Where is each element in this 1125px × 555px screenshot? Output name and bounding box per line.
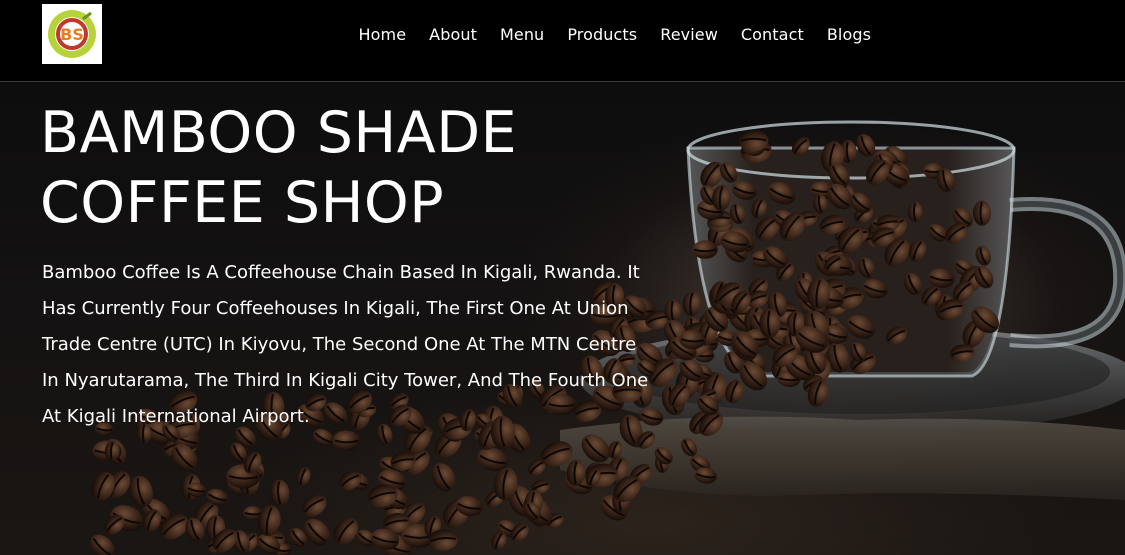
coffee-bean [431,462,456,492]
hero-title: BAMBOO SHADE COFFEE SHOP [40,100,518,236]
nav-products-link[interactable]: Products [556,22,649,48]
nav-home-link[interactable]: Home [347,22,418,48]
page: BS Home About Menu Products Review Conta… [0,0,1125,555]
coffee-bean [682,290,701,317]
coffee-bean [296,467,311,486]
site-header: BS Home About Menu Products Review Conta… [0,0,1125,82]
nav-about-link[interactable]: About [418,22,489,48]
coffee-bean [270,479,290,507]
nav-blogs-link[interactable]: Blogs [815,22,882,48]
coffee-bean [333,517,359,545]
coffee-bean [692,240,718,259]
main-navigation: Home About Menu Products Review Contact … [347,22,883,48]
hero-description: Bamboo Coffee Is A Coffeehouse Chain Bas… [42,262,649,427]
coffee-bean [339,471,362,491]
brand-logo[interactable]: BS [42,4,102,64]
nav-contact-link[interactable]: Contact [729,22,815,48]
nav-review-link[interactable]: Review [649,22,730,48]
coffee-bean [301,494,327,517]
logo-icon: BS [48,10,96,58]
logo-text: BS [60,25,84,44]
nav-menu-link[interactable]: Menu [488,22,555,48]
